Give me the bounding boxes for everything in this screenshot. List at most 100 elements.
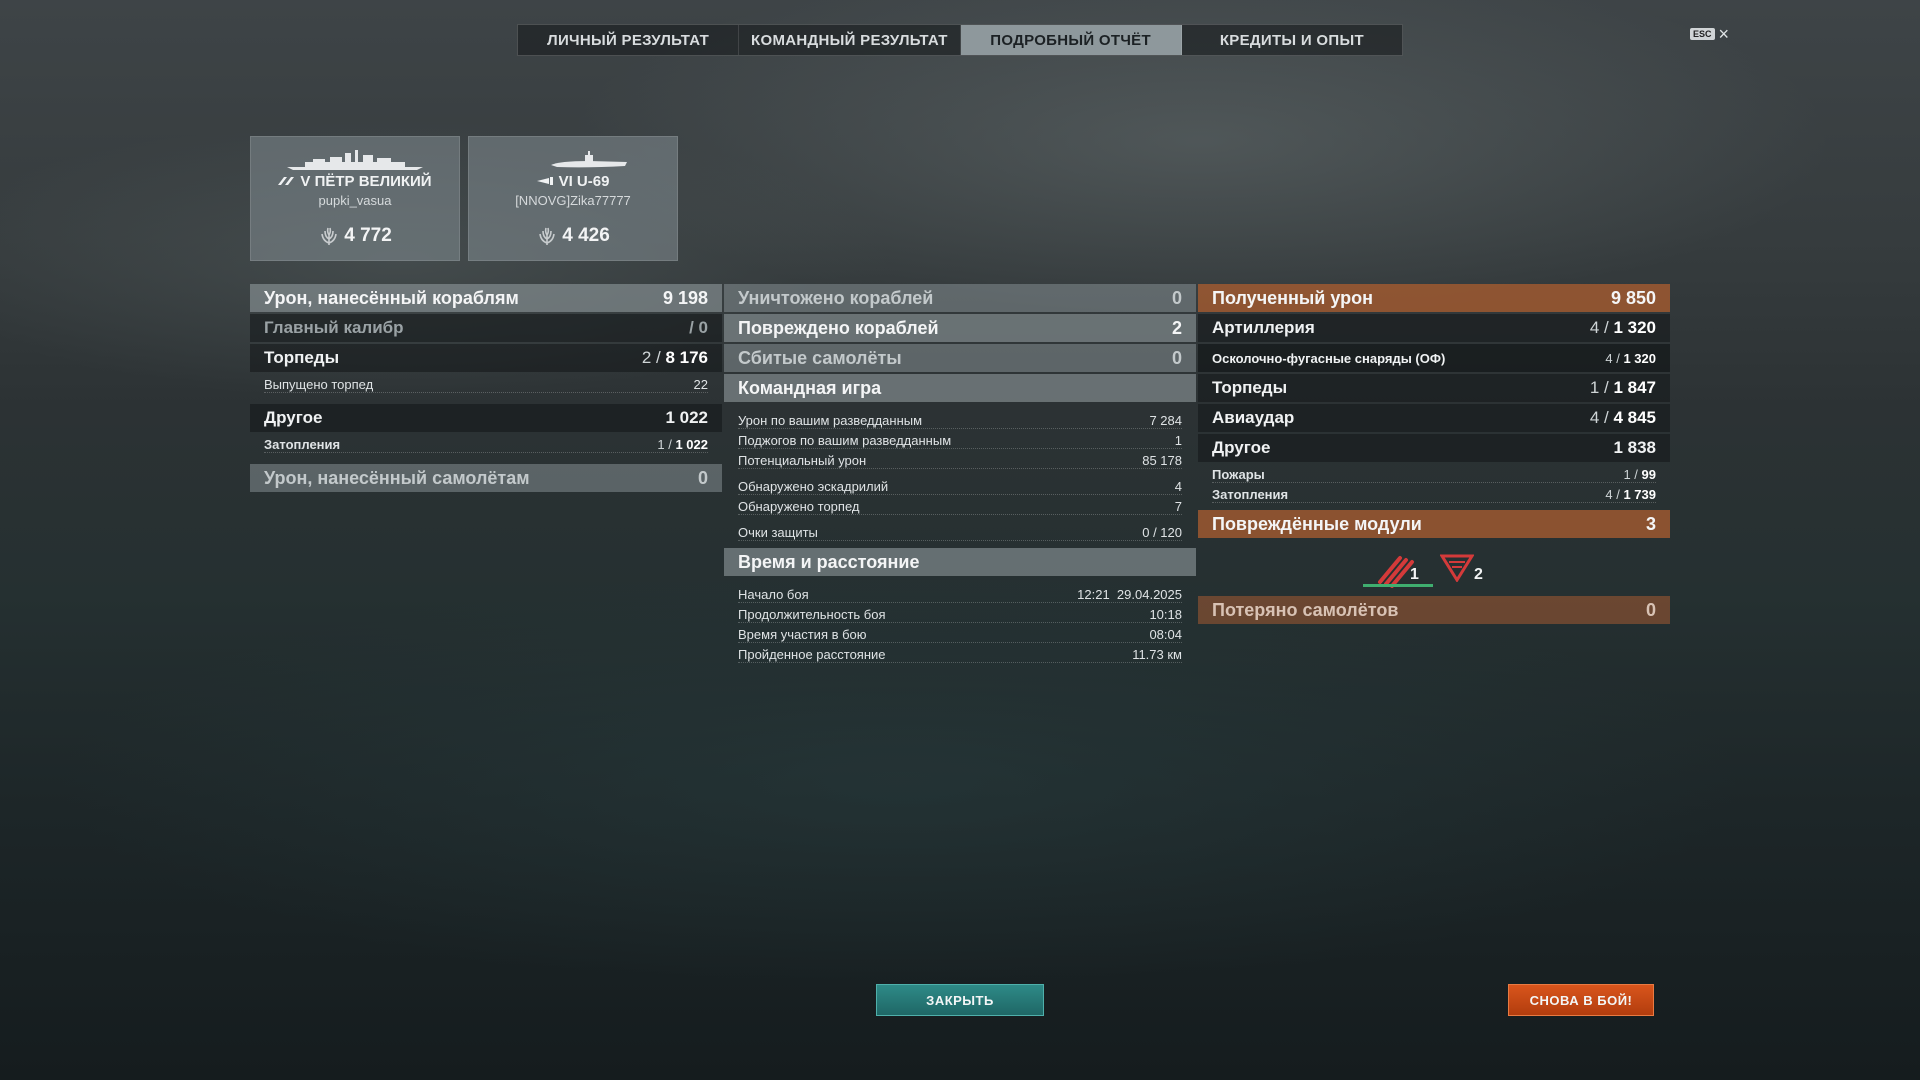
flooding-row: Затопления 1 / 1 022 (250, 434, 722, 454)
aa-guns-module[interactable]: 2 (1439, 552, 1483, 587)
air-strike-row: Авиаудар 4 / 4 845 (1198, 404, 1670, 432)
module-count: 1 (1410, 566, 1419, 583)
planes-lost-value: 0 (1645, 599, 1656, 620)
fires-damage: 99 (1641, 466, 1656, 482)
list-item: Очки защиты 0 / 120 (724, 522, 1196, 542)
selected-module-indicator (1363, 584, 1433, 587)
stat-label: Начало боя (738, 586, 809, 602)
plane-damage-value: 0 (697, 467, 708, 488)
ship-title: U-69 (576, 173, 610, 190)
stat-value: 7 (1174, 498, 1182, 514)
laurel-icon (539, 227, 556, 245)
list-item: Обнаружено торпед 7 (724, 496, 1196, 516)
planes-lost-label: Потеряно самолётов (1212, 599, 1399, 620)
received-damage-label: Полученный урон (1212, 287, 1373, 308)
torpedo-damage: 8 176 (665, 348, 708, 367)
he-shells-damage: 1 320 (1623, 350, 1656, 366)
close-icon[interactable]: × (1719, 25, 1730, 43)
submarine-class-icon (536, 177, 553, 185)
tab-detailed-report[interactable]: ПОДРОБНЫЙ ОТЧЁТ (960, 25, 1182, 55)
he-shells-count: 4 (1605, 350, 1613, 366)
tab-credits-xp[interactable]: КРЕДИТЫ И ОПЫТ (1182, 25, 1402, 55)
other-damage-value: 1 022 (665, 408, 708, 427)
battleship-silhouette-icon (287, 150, 423, 170)
flooding-value: 1 / 1 022 (657, 436, 708, 452)
fires-row: Пожары 1 / 99 (1198, 464, 1670, 484)
air-strike-damage: 4 845 (1613, 408, 1656, 427)
planes-lost-header: Потеряно самолётов 0 (1198, 596, 1670, 624)
battleship-class-icon (278, 177, 295, 185)
received-damage-value: 9 850 (1610, 287, 1656, 308)
planes-shot-label: Сбитые самолёты (738, 347, 902, 368)
ship-tier: V (300, 173, 311, 190)
fires-label: Пожары (1212, 466, 1265, 482)
team-play-title: Командная игра (738, 377, 882, 398)
received-flooding-label: Затопления (1212, 486, 1289, 502)
time-distance-title: Время и расстояние (738, 551, 920, 572)
stat-value: 0 / 120 (1142, 524, 1182, 540)
planes-shot-row: Сбитые самолёты 0 (724, 344, 1196, 372)
damaged-modules-list: 1 2 (1198, 540, 1670, 596)
received-torpedoes-row: Торпеды 1 / 1 847 (1198, 374, 1670, 402)
list-item: Время участия в бою 08:04 (724, 624, 1196, 644)
aa-guns-icon (1439, 554, 1475, 583)
stat-label: Продолжительность боя (738, 606, 886, 622)
stat-label: Поджогов по вашим разведданным (738, 432, 952, 448)
ship-card-opponent[interactable]: VI U-69 [NNOVG]Zika77777 4 426 (468, 136, 678, 261)
air-strike-value: 4 / 4 845 (1589, 408, 1656, 427)
list-item: Продолжительность боя 10:18 (724, 604, 1196, 624)
stat-label: Пройденное расстояние (738, 646, 886, 662)
close-button[interactable]: ЗАКРЫТЬ (876, 984, 1044, 1016)
artillery-row: Артиллерия 4 / 1 320 (1198, 314, 1670, 342)
stat-value: 10:18 (1149, 606, 1182, 622)
torpedoes-fired-value: 22 (693, 376, 708, 392)
damage-dealt-column: Урон, нанесённый кораблям 9 198 Главный … (250, 284, 722, 494)
artillery-value: 4 / 1 320 (1589, 318, 1656, 337)
ship-tier: VI (558, 173, 573, 190)
stat-label: Очки защиты (738, 524, 818, 540)
stat-value: 12:21 29.04.2025 (1077, 586, 1182, 602)
flooding-damage: 1 022 (675, 436, 708, 452)
torpedoes-label: Торпеды (264, 348, 340, 367)
plane-damage-label: Урон, нанесённый самолётам (264, 467, 530, 488)
damaged-modules-label: Повреждённые модули (1212, 513, 1422, 534)
fires-value: 1 / 99 (1623, 466, 1656, 482)
stat-value: 85 178 (1142, 452, 1182, 468)
player-name: [NNOVG]Zika77777 (515, 193, 631, 208)
received-other-label: Другое (1212, 438, 1271, 457)
other-damage-label: Другое (264, 408, 323, 427)
battle-again-button[interactable]: СНОВА В БОЙ! (1508, 984, 1654, 1016)
plane-damage-header: Урон, нанесённый самолётам 0 (250, 464, 722, 492)
received-other-row: Другое 1 838 (1198, 434, 1670, 462)
ship-card-player[interactable]: V ПЁТР ВЕЛИКИЙ pupki_vasua 4 772 (250, 136, 460, 261)
stat-label: Урон по вашим разведданным (738, 412, 923, 428)
damaged-modules-value: 3 (1645, 513, 1656, 534)
ship-xp: 4 426 (469, 225, 677, 247)
torpedo-hits: 2 (641, 348, 652, 367)
damage-received-column: Полученный урон 9 850 Артиллерия 4 / 1 3… (1198, 284, 1670, 626)
esc-key-icon: ESC (1690, 28, 1715, 40)
ship-name: VI U-69 (469, 173, 677, 190)
flooding-count: 1 (657, 436, 665, 452)
received-torpedoes-damage: 1 847 (1613, 378, 1656, 397)
ship-name: V ПЁТР ВЕЛИКИЙ (251, 173, 459, 190)
received-torpedoes-label: Торпеды (1212, 378, 1288, 397)
player-name: pupki_vasua (318, 193, 392, 208)
list-item: Потенциальный урон 85 178 (724, 450, 1196, 470)
air-strike-label: Авиаудар (1212, 408, 1295, 427)
damaged-modules-header: Повреждённые модули 3 (1198, 510, 1670, 538)
list-item: Пройденное расстояние 11.73 км (724, 644, 1196, 664)
received-flooding-count: 4 (1605, 486, 1613, 502)
received-torpedoes-value: 1 / 1 847 (1589, 378, 1656, 397)
tab-team-result[interactable]: КОМАНДНЫЙ РЕЗУЛЬТАТ (739, 25, 961, 55)
esc-close-button[interactable]: ESC × (1690, 25, 1730, 43)
received-torpedoes-count: 1 (1589, 378, 1600, 397)
list-item: Начало боя 12:21 29.04.2025 (724, 584, 1196, 604)
destroyed-row: Уничтожено кораблей 0 (724, 284, 1196, 312)
stat-value: 1 (1174, 432, 1182, 448)
received-damage-header: Полученный урон 9 850 (1198, 284, 1670, 312)
air-strike-count: 4 (1589, 408, 1600, 427)
artillery-label: Артиллерия (1212, 318, 1315, 337)
tab-bar: ЛИЧНЫЙ РЕЗУЛЬТАТ КОМАНДНЫЙ РЕЗУЛЬТАТ ПОД… (517, 24, 1403, 56)
tab-personal-result[interactable]: ЛИЧНЫЙ РЕЗУЛЬТАТ (518, 25, 740, 55)
